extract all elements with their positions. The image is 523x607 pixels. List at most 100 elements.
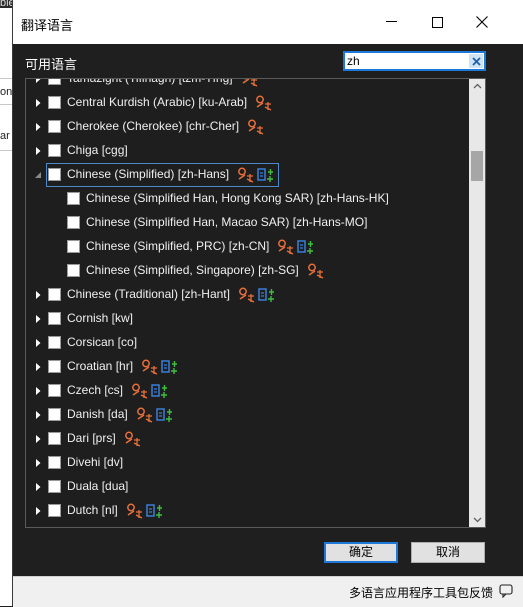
language-checkbox[interactable] [48,432,61,445]
collapsed-arrow-icon[interactable] [33,145,43,157]
scroll-thumb[interactable] [471,151,483,181]
machine-translate-icon [278,239,294,255]
collapsed-arrow-icon[interactable] [33,289,43,301]
language-item[interactable]: Cornish [kw] [26,307,466,331]
language-checkbox[interactable] [48,120,61,133]
background-divider [0,78,12,79]
cancel-button[interactable]: 取消 [411,542,485,563]
vertical-scrollbar[interactable] [469,79,485,527]
close-button[interactable] [459,0,505,44]
language-tree[interactable]: Tamazight (Tifinagh) [tzm-Tfng] Central K… [25,78,486,528]
clear-x-icon [471,56,481,66]
collapsed-arrow-icon[interactable] [33,121,43,133]
search-field[interactable] [343,51,486,71]
language-checkbox[interactable] [48,336,61,349]
language-checkbox[interactable] [48,144,61,157]
background-text: on [0,86,12,98]
language-item[interactable]: Chinese (Simplified) [zh-Hans] [26,163,466,187]
language-checkbox[interactable] [67,216,80,229]
collapsed-arrow-icon[interactable] [33,385,43,397]
machine-translate-icon [238,167,254,183]
language-checkbox[interactable] [48,360,61,373]
language-item[interactable]: Danish [da] [26,403,466,427]
language-label: Chinese (Traditional) [zh-Hant] [67,287,230,301]
scroll-up-button[interactable] [469,79,485,93]
collapsed-arrow-icon[interactable] [33,409,43,421]
language-checkbox[interactable] [48,79,61,85]
language-checkbox[interactable] [67,192,80,205]
language-item[interactable]: Divehi [dv] [26,451,466,475]
language-checkbox[interactable] [48,288,61,301]
language-item[interactable]: Central Kurdish (Arabic) [ku-Arab] [26,91,466,115]
footer-bar: 多语言应用程序工具包反馈 [13,576,523,607]
language-item[interactable]: Corsican [co] [26,331,466,355]
machine-translate-icon [136,407,152,423]
language-subitem[interactable]: Chinese (Simplified Han, Macao SAR) [zh-… [26,211,466,235]
language-item[interactable]: Chinese (Traditional) [zh-Hant] [26,283,466,307]
collapsed-arrow-icon[interactable] [33,457,43,469]
language-subitem[interactable]: Chinese (Simplified, Singapore) [zh-SG] [26,259,466,283]
collapsed-arrow-icon[interactable] [33,481,43,493]
language-label: Chiga [cgg] [67,143,128,157]
machine-translate-icon [132,383,148,399]
language-item[interactable]: Chiga [cgg] [26,139,466,163]
language-label: Chinese (Simplified Han, Macao SAR) [zh-… [86,215,368,229]
collapsed-arrow-icon[interactable] [33,313,43,325]
language-subitem[interactable]: Chinese (Simplified Han, Hong Kong SAR) … [26,187,466,211]
language-pack-icon [161,360,178,374]
language-checkbox[interactable] [67,264,80,277]
search-input[interactable] [347,53,467,69]
maximize-button[interactable] [414,0,460,44]
collapsed-arrow-icon[interactable] [33,337,43,349]
scroll-down-button[interactable] [469,513,485,527]
ok-button[interactable]: 确定 [324,542,398,563]
window-title: 翻译语言 [21,19,74,34]
available-languages-label: 可用语言 [25,58,78,73]
language-label: Divehi [dv] [67,455,124,469]
machine-translate-icon [256,95,272,111]
expanded-arrow-icon[interactable] [33,169,43,181]
collapsed-arrow-icon[interactable] [33,433,43,445]
language-item[interactable]: Croatian [hr] [26,355,466,379]
language-checkbox[interactable] [48,168,61,181]
clear-search-button[interactable] [469,54,483,68]
background-text: ar [0,130,10,142]
language-label: Tamazight (Tifinagh) [tzm-Tfng] [67,78,233,85]
collapsed-arrow-icon[interactable] [33,505,43,517]
language-checkbox[interactable] [48,480,61,493]
language-subitem[interactable]: Chinese (Simplified, PRC) [zh-CN] [26,235,466,259]
language-checkbox[interactable] [48,408,61,421]
background-app: ble on ar [0,0,12,606]
language-label: Dutch [nl] [67,503,118,517]
language-item[interactable]: Dari [prs] [26,427,466,451]
language-pack-icon [145,504,162,518]
language-item[interactable]: Czech [cs] [26,379,466,403]
collapsed-arrow-icon[interactable] [33,97,43,109]
machine-translate-icon [126,503,142,519]
language-pack-icon [258,288,274,302]
feedback-link[interactable]: 多语言应用程序工具包反馈 [349,584,493,601]
feedback-icon[interactable] [499,584,513,598]
language-checkbox[interactable] [48,96,61,109]
language-checkbox[interactable] [67,240,80,253]
language-checkbox[interactable] [48,384,61,397]
minimize-button[interactable] [368,0,414,44]
collapsed-arrow-icon[interactable] [33,361,43,373]
language-pack-icon [151,384,168,398]
collapsed-arrow-icon[interactable] [33,78,43,85]
language-item[interactable]: Tamazight (Tifinagh) [tzm-Tfng] [26,78,466,91]
language-item[interactable]: Duala [dua] [26,475,466,499]
language-checkbox[interactable] [48,456,61,469]
language-item[interactable]: Dutch [nl] [26,499,466,523]
minimize-icon [385,21,397,22]
language-checkbox[interactable] [48,504,61,517]
language-pack-icon [155,408,172,422]
chevron-down-icon [473,517,481,523]
language-checkbox[interactable] [48,312,61,325]
language-label: Danish [da] [67,407,128,421]
language-item[interactable]: Cherokee (Cherokee) [chr-Cher] [26,115,466,139]
title-bar[interactable]: 翻译语言 [13,0,523,44]
chevron-up-icon [473,83,481,89]
machine-translate-icon [124,431,140,447]
language-label: Chinese (Simplified, Singapore) [zh-SG] [86,263,299,277]
